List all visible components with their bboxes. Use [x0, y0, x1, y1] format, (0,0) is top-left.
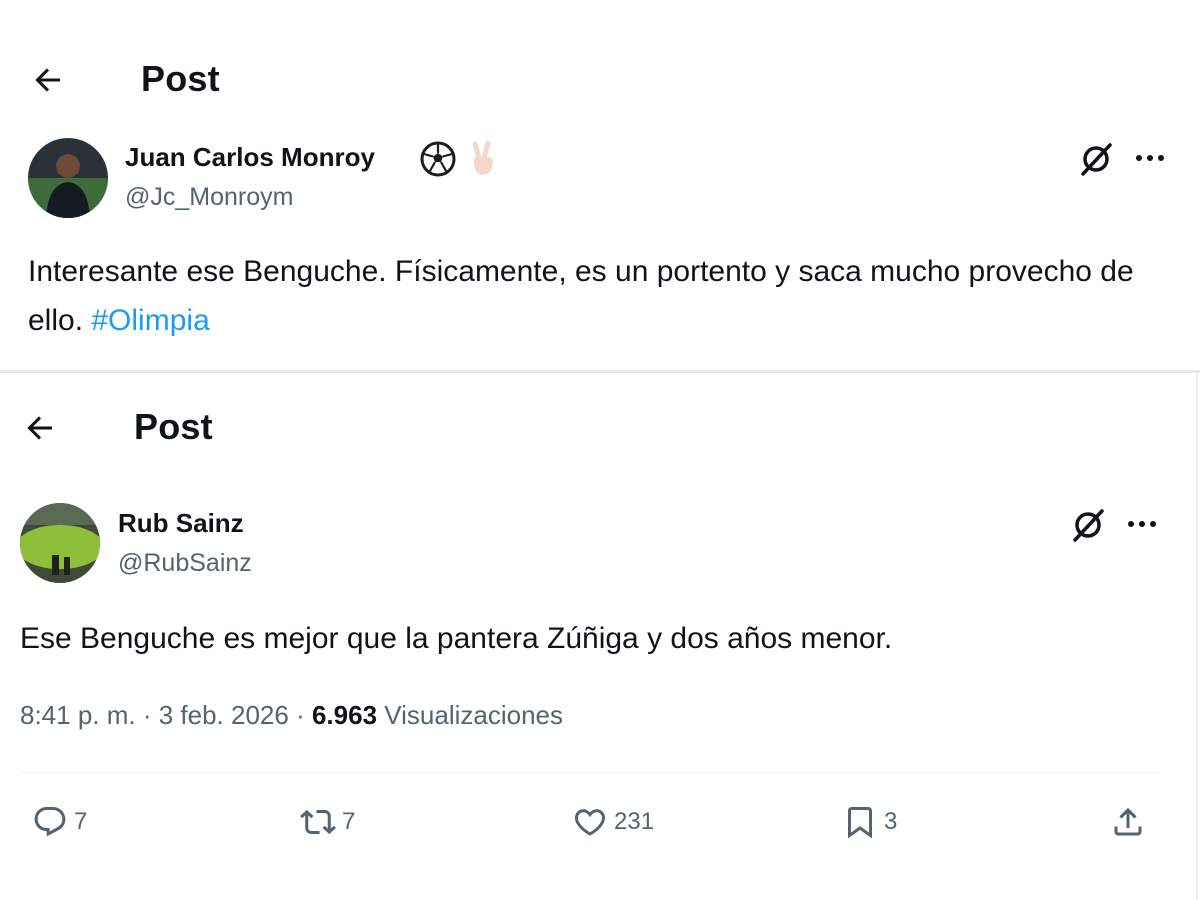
bookmark-count: 3: [884, 808, 898, 835]
reply-icon: [32, 804, 68, 840]
author-name[interactable]: Juan Carlos Monroy: [125, 142, 375, 173]
bookmark-icon: [842, 804, 878, 840]
separator: ·: [135, 700, 159, 730]
repost-button[interactable]: 7: [300, 804, 355, 840]
author-name[interactable]: Rub Sainz: [118, 508, 244, 539]
author-handle[interactable]: @Jc_Monroym: [125, 183, 293, 212]
post-date[interactable]: 3 feb. 2026: [159, 700, 289, 730]
post-text: Interesante ese Benguche. Físicamente, e…: [28, 247, 1148, 345]
author-name-text[interactable]: Juan Carlos Monroy: [125, 142, 375, 172]
grok-icon[interactable]: [1078, 141, 1114, 177]
victory-hand-icon: [468, 140, 498, 183]
repost-count: 7: [342, 808, 356, 835]
hashtag-link[interactable]: #Olimpia: [91, 304, 209, 337]
author-handle[interactable]: @RubSainz: [118, 549, 252, 578]
page-title: Post: [141, 58, 220, 99]
page-title: Post: [134, 406, 213, 447]
avatar[interactable]: [20, 503, 100, 583]
back-arrow-icon[interactable]: [22, 410, 58, 446]
reply-button[interactable]: 7: [32, 804, 87, 840]
bookmark-button[interactable]: 3: [842, 804, 897, 840]
post-metadata: 8:41 p. m. · 3 feb. 2026 · 6.963 Visuali…: [20, 700, 563, 731]
repost-icon: [300, 804, 336, 840]
reply-count: 7: [74, 808, 88, 835]
share-button[interactable]: [1110, 804, 1146, 840]
like-count: 231: [614, 808, 655, 835]
divider: [20, 772, 1160, 773]
post-text: Ese Benguche es mejor que la pantera Zúñ…: [20, 622, 893, 655]
avatar[interactable]: [28, 138, 108, 218]
back-arrow-icon[interactable]: [30, 62, 66, 98]
views-count: 6.963: [311, 700, 378, 730]
section-divider: [0, 370, 1200, 373]
grok-icon[interactable]: [1070, 507, 1106, 543]
views-label: Visualizaciones: [377, 700, 564, 730]
more-options-icon[interactable]: [1134, 146, 1166, 170]
post-time[interactable]: 8:41 p. m.: [20, 700, 136, 730]
heart-icon: [572, 804, 608, 840]
soccer-ball-icon: [420, 141, 456, 182]
share-icon: [1110, 804, 1146, 840]
like-button[interactable]: 231: [572, 804, 654, 840]
more-options-icon[interactable]: [1126, 512, 1158, 536]
separator: ·: [288, 700, 312, 730]
frame-edge: [1196, 372, 1198, 900]
